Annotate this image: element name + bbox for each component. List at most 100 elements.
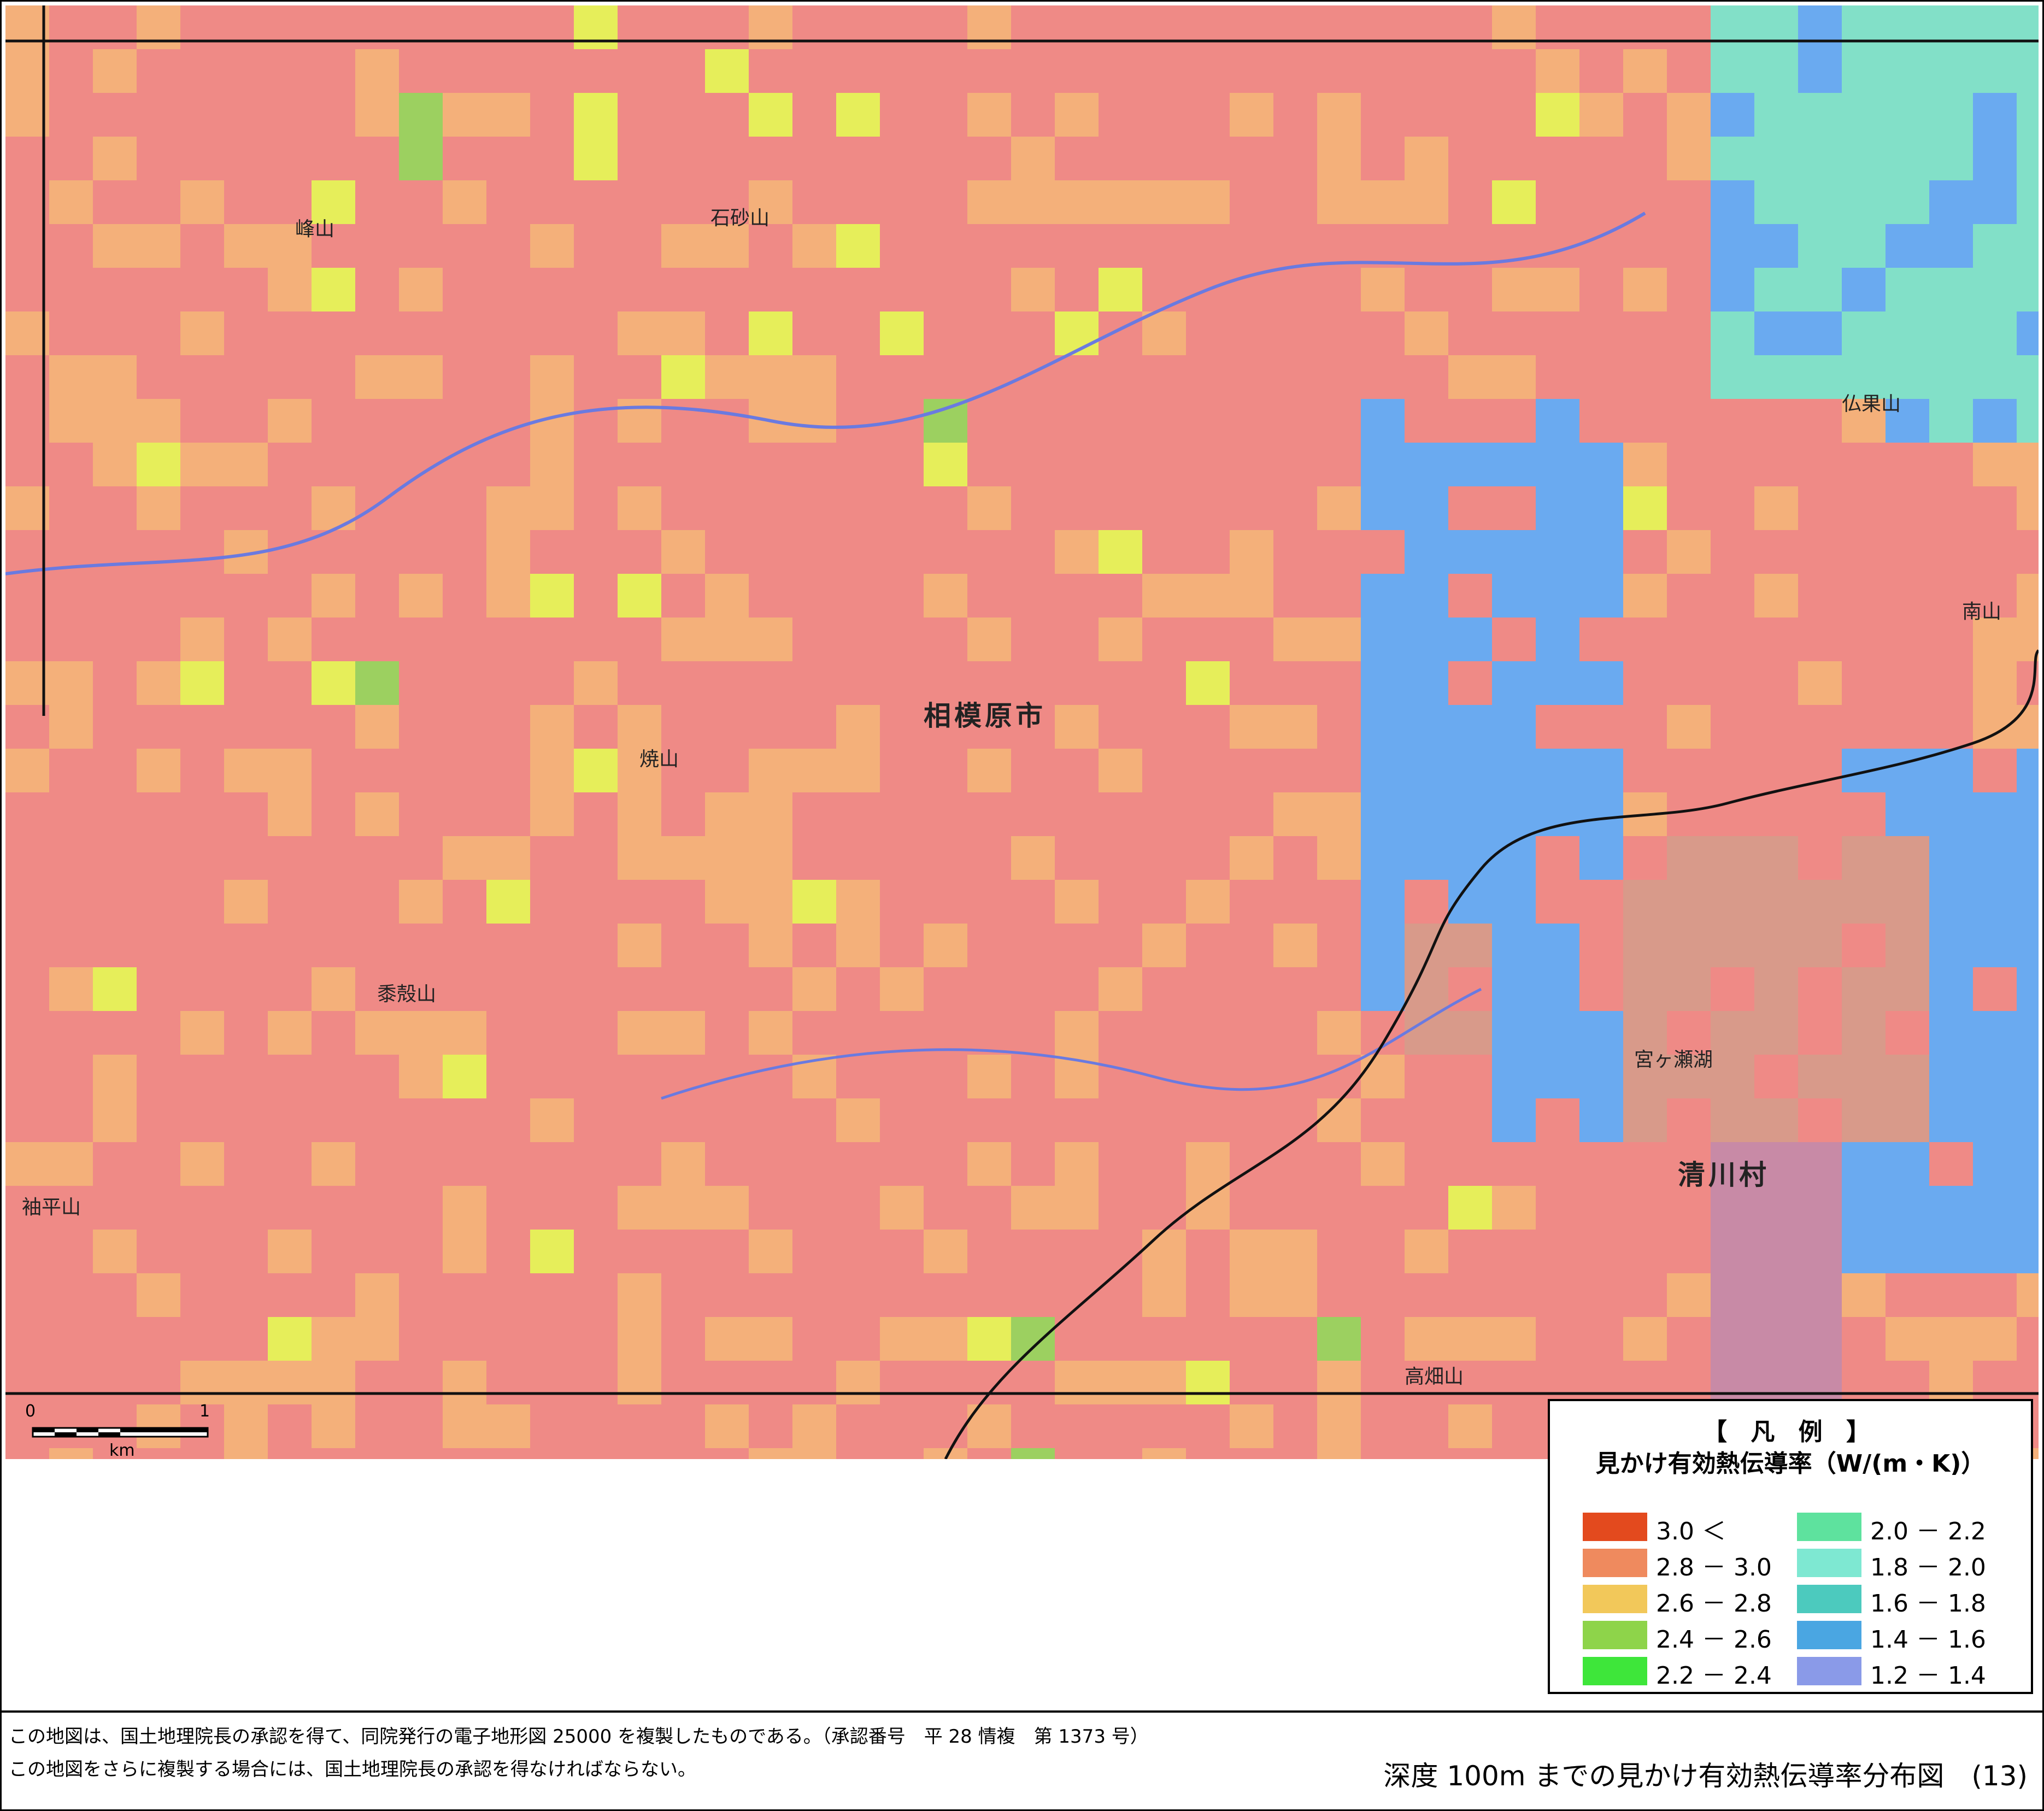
map-grid-cell [749,618,792,661]
map-grid-cell [1186,661,1230,705]
map-grid-cell [705,1404,749,1448]
map-grid-cell [1973,443,2017,486]
map-grid-cell [1230,93,1273,137]
map-grid-cell [1842,967,1886,1011]
map-grid-cell [1492,880,1536,924]
thermal-conductivity-map[interactable]: 相模原市 清川村 石砂山 峰山 焼山 黍殻山 袖平山 仏果山 南山 高畑山 宮ヶ瀬湖 0 1 km [5,5,2039,1459]
map-grid-cell [1317,618,1361,661]
legend-item: 1.2 － 1.4 [1797,1655,2016,1690]
map-grid-cell [749,355,792,399]
map-grid-cell [1754,268,1798,311]
map-grid-cell [1667,1098,1711,1142]
map-grid-cell [924,399,967,443]
map-grid-cell [1405,705,1448,749]
map-grid-cell [661,1186,705,1230]
map-grid-cell [1448,574,1492,618]
map-grid-cell [530,749,574,792]
map-grid-cell [1230,574,1273,618]
map-grid-cell [1405,967,1448,1011]
map-grid-cell [1579,486,1623,530]
map-grid-cell [836,705,880,749]
map-grid-cell [880,311,924,355]
map-grid-cell [1842,1273,1886,1317]
map-grid-cell [137,5,180,49]
map-grid-cell [5,1142,49,1186]
map-grid-cell [1317,1011,1361,1055]
map-grid-cell [1055,1011,1099,1055]
map-grid-cell [1667,705,1711,749]
map-grid-cell [705,355,749,399]
copyright-note-1: この地図は、国土地理院長の承認を得て、同院発行の電子地形図 25000 を複製し… [9,1726,1149,1748]
map-grid-cell [268,1317,312,1361]
place-label: 黍殻山 [377,983,437,1006]
map-grid-cell [1579,792,1623,836]
map-grid-cell [924,443,967,486]
legend-title: 【 凡 例 】 [1703,1418,1878,1446]
map-grid-cell [1711,967,1754,1011]
legend-item: 2.4 － 2.6 [1583,1619,1801,1654]
map-grid-cell [1929,137,1973,180]
map-grid-cell [2017,705,2039,749]
map-grid-cell [1536,268,1579,311]
map-grid-cell [1405,836,1448,880]
map-grid-cell [93,1055,137,1098]
map-grid-cell [1579,749,1623,792]
map-grid-cell [1405,486,1448,530]
map-grid-cell [1929,792,1973,836]
map-grid-cell [1711,1361,1754,1404]
map-grid-cell [1099,530,1142,574]
map-grid-cell [1973,749,2017,792]
map-grid-cell [443,1230,486,1273]
map-grid-cell [1798,1317,1842,1361]
map-grid-cell [1361,180,1405,224]
map-grid-cell [1273,792,1317,836]
map-grid-cell [1886,749,1929,792]
map-grid-cell [1711,311,1754,355]
place-label: 相模原市 [924,700,1046,732]
map-grid-cell [1754,967,1798,1011]
map-grid-cell [268,1361,312,1404]
map-grid-cell [1536,530,1579,574]
map-grid-cell [1186,1142,1230,1186]
map-grid-cell [1055,1186,1099,1230]
map-grid-cell [1055,311,1099,355]
map-grid-cell [1448,1098,1492,1142]
legend-swatch [1797,1513,1861,1541]
map-grid-cell [1579,1055,1623,1098]
map-grid-cell [1492,705,1536,749]
map-grid-cell [1361,792,1405,836]
place-label: 石砂山 [710,207,770,230]
map-grid-cell [268,1011,312,1055]
map-grid-cell [924,574,967,618]
map-grid-cell [1492,355,1536,399]
map-grid-cell [1405,661,1448,705]
map-grid-cell [2017,443,2039,486]
map-grid-cell [1230,705,1273,749]
map-grid-cell [530,792,574,836]
map-grid-cell [1492,574,1536,618]
map-grid-cell [1711,1098,1754,1142]
map-grid-cell [749,924,792,967]
map-grid-cell [1754,924,1798,967]
map-grid-cell [967,486,1011,530]
map-grid-cell [1886,180,1929,224]
map-grid-cell [618,486,661,530]
map-grid-cell [836,880,880,924]
map-grid-cell [2017,574,2039,618]
map-grid-cell [1448,705,1492,749]
map-grid-cell [618,399,661,443]
map-grid-cell [1973,5,2017,49]
map-grid-cell [1667,880,1711,924]
map-grid-cell [1842,1230,1886,1273]
map-grid-cell [1536,836,1579,880]
map-grid-cell [1055,93,1099,137]
map-grid-cell [355,705,399,749]
map-grid-cell [1754,574,1798,618]
map-grid-cell [443,836,486,880]
map-grid-cell [486,93,530,137]
map-grid-cell [1842,880,1886,924]
map-grid-cell [1492,1011,1536,1055]
map-grid-cell [1579,1011,1623,1055]
map-grid-cell [1055,1361,1099,1404]
map-grid-cell [530,574,574,618]
